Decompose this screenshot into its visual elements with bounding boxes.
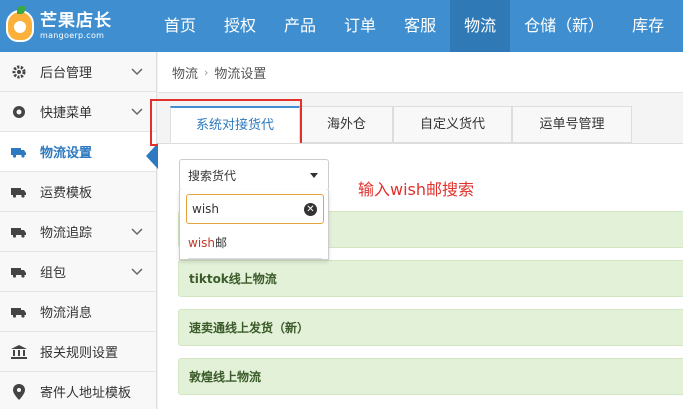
nav-service[interactable]: 客服 (390, 0, 450, 52)
nav-warehouse[interactable]: 仓储（新） (510, 0, 618, 52)
breadcrumb-parent[interactable]: 物流 (172, 63, 198, 82)
carrier-row[interactable]: 敦煌线上物流 (178, 358, 683, 395)
truck-icon (10, 263, 28, 281)
carrier-row[interactable]: 速卖通线上发货（新） (178, 309, 683, 346)
chevron-down-icon (130, 225, 144, 239)
nav-logistics[interactable]: 物流 (450, 0, 511, 52)
sidebar-item-label: 物流消息 (40, 306, 93, 321)
circle-icon (10, 103, 28, 121)
forwarder-select[interactable]: 搜索货代 (179, 159, 329, 191)
forwarder-select-value: 搜索货代 (188, 168, 237, 183)
sidebar-item-label: 快捷菜单 (40, 106, 93, 121)
sidebar-item-customs-rules[interactable]: 报关规则设置 (0, 332, 156, 372)
sidebar-item-label: 运费模板 (40, 186, 93, 201)
logo-subtitle: mangoerp.com (40, 30, 105, 40)
sidebar: 后台管理 快捷菜单 物流设置 运费模板 物流追踪 组包 物流消息 报关规则设置 … (0, 52, 157, 409)
option-match-text: wish (188, 236, 216, 250)
breadcrumb: 物流 › 物流设置 (158, 52, 683, 93)
sidebar-item-admin[interactable]: 后台管理 (0, 52, 156, 92)
gear-icon (10, 63, 28, 81)
option-divider (188, 258, 322, 259)
forwarder-dropdown: wish ✕ wish邮 (179, 190, 329, 260)
carrier-name: tiktok线上物流 (189, 272, 277, 286)
chevron-down-icon (130, 265, 144, 279)
carrier-name: 敦煌线上物流 (189, 370, 262, 384)
sidebar-item-logistics-settings[interactable]: 物流设置 (0, 132, 156, 172)
sidebar-item-packaging[interactable]: 组包 (0, 252, 156, 292)
bank-icon (10, 343, 28, 361)
sidebar-item-tracking[interactable]: 物流追踪 (0, 212, 156, 252)
clear-icon[interactable]: ✕ (304, 203, 317, 216)
logo[interactable]: 芒果店长 mangoerp.com (0, 0, 150, 52)
nav-home[interactable]: 首页 (150, 0, 210, 52)
chevron-down-icon (130, 65, 144, 79)
sidebar-item-label: 寄件人地址模板 (40, 386, 132, 401)
logo-title: 芒果店长 (40, 10, 112, 31)
sidebar-item-label: 物流设置 (40, 146, 93, 161)
forwarder-option[interactable]: wish邮 (188, 234, 227, 251)
sidebar-item-label: 后台管理 (40, 66, 93, 81)
forwarder-search-value: wish (192, 202, 220, 216)
nav-inventory[interactable]: 库存 (618, 0, 678, 52)
forwarder-search-input[interactable]: wish ✕ (186, 194, 324, 224)
carrier-name: 速卖通线上发货（新） (189, 321, 310, 335)
chevron-down-icon (130, 105, 144, 119)
truck-icon (10, 303, 28, 321)
sidebar-item-sender-address[interactable]: 寄件人地址模板 (0, 372, 156, 409)
active-item-pointer (146, 143, 158, 169)
sidebar-item-label: 组包 (40, 266, 67, 281)
sidebar-item-shortcuts[interactable]: 快捷菜单 (0, 92, 156, 132)
tab-custom-forwarders[interactable]: 自定义货代 (393, 106, 512, 143)
tab-highlight-box (150, 99, 302, 146)
option-rest-text: 邮 (215, 236, 228, 250)
truck-icon (10, 183, 28, 201)
nav-auth[interactable]: 授权 (210, 0, 270, 52)
sidebar-item-freight-template[interactable]: 运费模板 (0, 172, 156, 212)
nav-products[interactable]: 产品 (270, 0, 330, 52)
chevron-right-icon: › (204, 65, 209, 79)
truck-icon (10, 143, 28, 161)
top-bar: 芒果店长 mangoerp.com 首页 授权 产品 订单 客服 物流 仓储（新… (0, 0, 683, 52)
caret-down-icon (310, 173, 318, 178)
annotation-text: 输入wish邮搜索 (358, 180, 475, 199)
tab-overseas-warehouse[interactable]: 海外仓 (300, 106, 393, 143)
sidebar-item-logistics-messages[interactable]: 物流消息 (0, 292, 156, 332)
tab-tracking-number-management[interactable]: 运单号管理 (512, 106, 632, 143)
location-icon (10, 383, 28, 401)
nav-orders[interactable]: 订单 (330, 0, 390, 52)
sidebar-item-label: 物流追踪 (40, 226, 93, 241)
main-nav: 首页 授权 产品 订单 客服 物流 仓储（新） 库存 (150, 0, 678, 52)
carrier-row[interactable]: tiktok线上物流 (178, 260, 683, 297)
sidebar-item-label: 报关规则设置 (40, 346, 119, 361)
breadcrumb-current: 物流设置 (214, 66, 267, 82)
mango-logo-icon (6, 6, 34, 42)
truck-icon (10, 223, 28, 241)
